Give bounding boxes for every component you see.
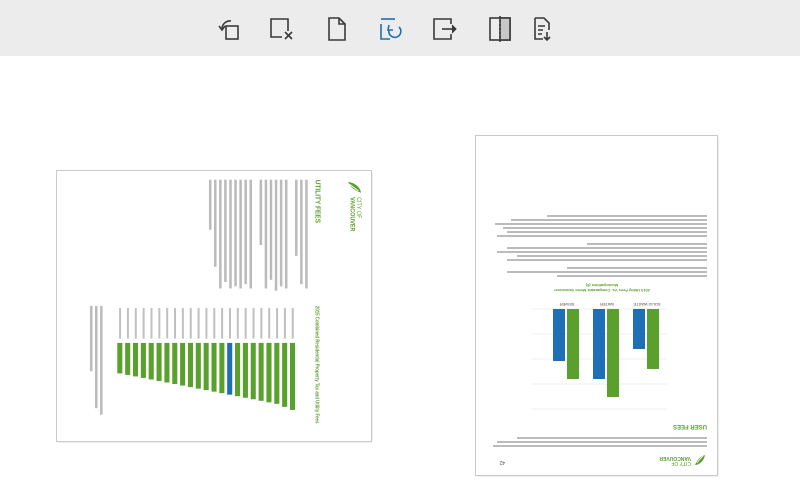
city-logo-icon — [348, 181, 361, 193]
chart-bar — [140, 342, 146, 378]
chart-bar — [132, 342, 139, 377]
page-number: 42 — [499, 459, 505, 465]
chart-title: 2015 Utility Fees Vs. Comparable Metro V… — [553, 283, 651, 293]
rotate-right-icon — [380, 18, 402, 40]
logo-line-2: VANCOUVER — [348, 197, 356, 232]
bar-label — [244, 308, 247, 339]
bar-label — [205, 308, 208, 339]
chart-bar — [187, 342, 194, 388]
chart-bar — [156, 342, 162, 381]
page-thumbnail-right[interactable]: CITY OF VANCOUVER 42 USER FEES SOLID WAS… — [476, 136, 717, 475]
chart-bar — [235, 342, 241, 397]
category-label: SEWER — [560, 302, 575, 307]
chart-title: 2015 Combined Residential Property Tax a… — [314, 305, 321, 424]
chart-bar — [289, 342, 296, 410]
bar-label — [236, 308, 239, 339]
chart-bar — [266, 342, 272, 403]
chart-bar — [211, 342, 217, 392]
bar-label — [260, 308, 263, 339]
chart-bar — [553, 309, 565, 361]
chart-bar — [164, 342, 170, 383]
blank-page-button[interactable] — [322, 14, 352, 44]
chart-bar — [282, 342, 288, 407]
page-properties-icon — [534, 17, 551, 42]
category-label: SOLID WASTE — [633, 302, 661, 307]
page-thumbnail-left[interactable]: CITY OF VANCOUVER UTILITY FEES 2015 Comb… — [57, 171, 371, 441]
chart-bar — [242, 342, 248, 398]
bar-label — [228, 308, 231, 339]
bar-label — [158, 308, 161, 339]
bar-label — [134, 308, 137, 339]
bar-label — [268, 308, 271, 339]
bar-label — [166, 308, 169, 339]
bar-label — [221, 308, 224, 339]
chart-bar — [647, 309, 659, 369]
bar-label — [283, 308, 286, 339]
chart-bar — [607, 309, 619, 397]
chart-bar — [633, 309, 645, 349]
chart-bar — [219, 342, 225, 394]
bar-label — [181, 308, 184, 339]
bar-label — [150, 308, 153, 339]
chart-bar — [195, 342, 201, 389]
bar-label — [276, 308, 279, 339]
delete-page-button[interactable] — [267, 14, 297, 44]
page-properties-button[interactable] — [528, 14, 558, 44]
extract-page-icon — [433, 18, 457, 40]
chart-bar — [227, 342, 233, 395]
chart-bar — [172, 342, 178, 385]
chart-bar — [567, 309, 579, 379]
category-label: WATER — [600, 302, 614, 307]
chart-bar — [593, 309, 605, 379]
chart-bar — [274, 342, 280, 404]
chart-bar — [203, 342, 209, 391]
page-thumbnails-area: CITY OF VANCOUVER UTILITY FEES 2015 Comb… — [0, 56, 800, 486]
bar-label — [174, 308, 177, 339]
rotate-left-icon — [218, 20, 239, 40]
page-heading: USER FEES — [672, 423, 707, 429]
split-page-icon — [489, 16, 511, 42]
blank-page-icon — [328, 17, 346, 41]
chart-bar — [250, 342, 256, 400]
bar-label — [291, 308, 294, 339]
bar-label — [213, 308, 216, 339]
rotate-left-button[interactable] — [214, 14, 244, 44]
bar-label — [126, 308, 129, 339]
bar-label — [189, 308, 192, 339]
bar-label — [197, 308, 200, 339]
chart-bar — [117, 342, 123, 374]
chart-bar — [125, 342, 131, 375]
extract-page-button[interactable] — [430, 14, 460, 44]
utility-fees-comparison-chart: SOLID WASTE WATER SEWER — [532, 302, 667, 410]
page-heading: UTILITY FEES — [312, 179, 321, 224]
city-logo-icon — [695, 455, 705, 465]
split-page-button[interactable] — [485, 14, 515, 44]
bar-label — [142, 308, 145, 339]
rotate-right-button[interactable] — [376, 14, 406, 44]
chart-bar — [148, 342, 154, 380]
chart-bar — [180, 342, 186, 386]
residential-tax-bar-chart — [117, 308, 296, 410]
bar-label — [119, 308, 122, 339]
chart-bar — [258, 342, 264, 401]
delete-page-icon — [270, 18, 293, 40]
page-toolbar — [0, 0, 800, 56]
logo-line-2: VANCOUVER — [659, 455, 691, 461]
bar-label — [252, 308, 255, 339]
